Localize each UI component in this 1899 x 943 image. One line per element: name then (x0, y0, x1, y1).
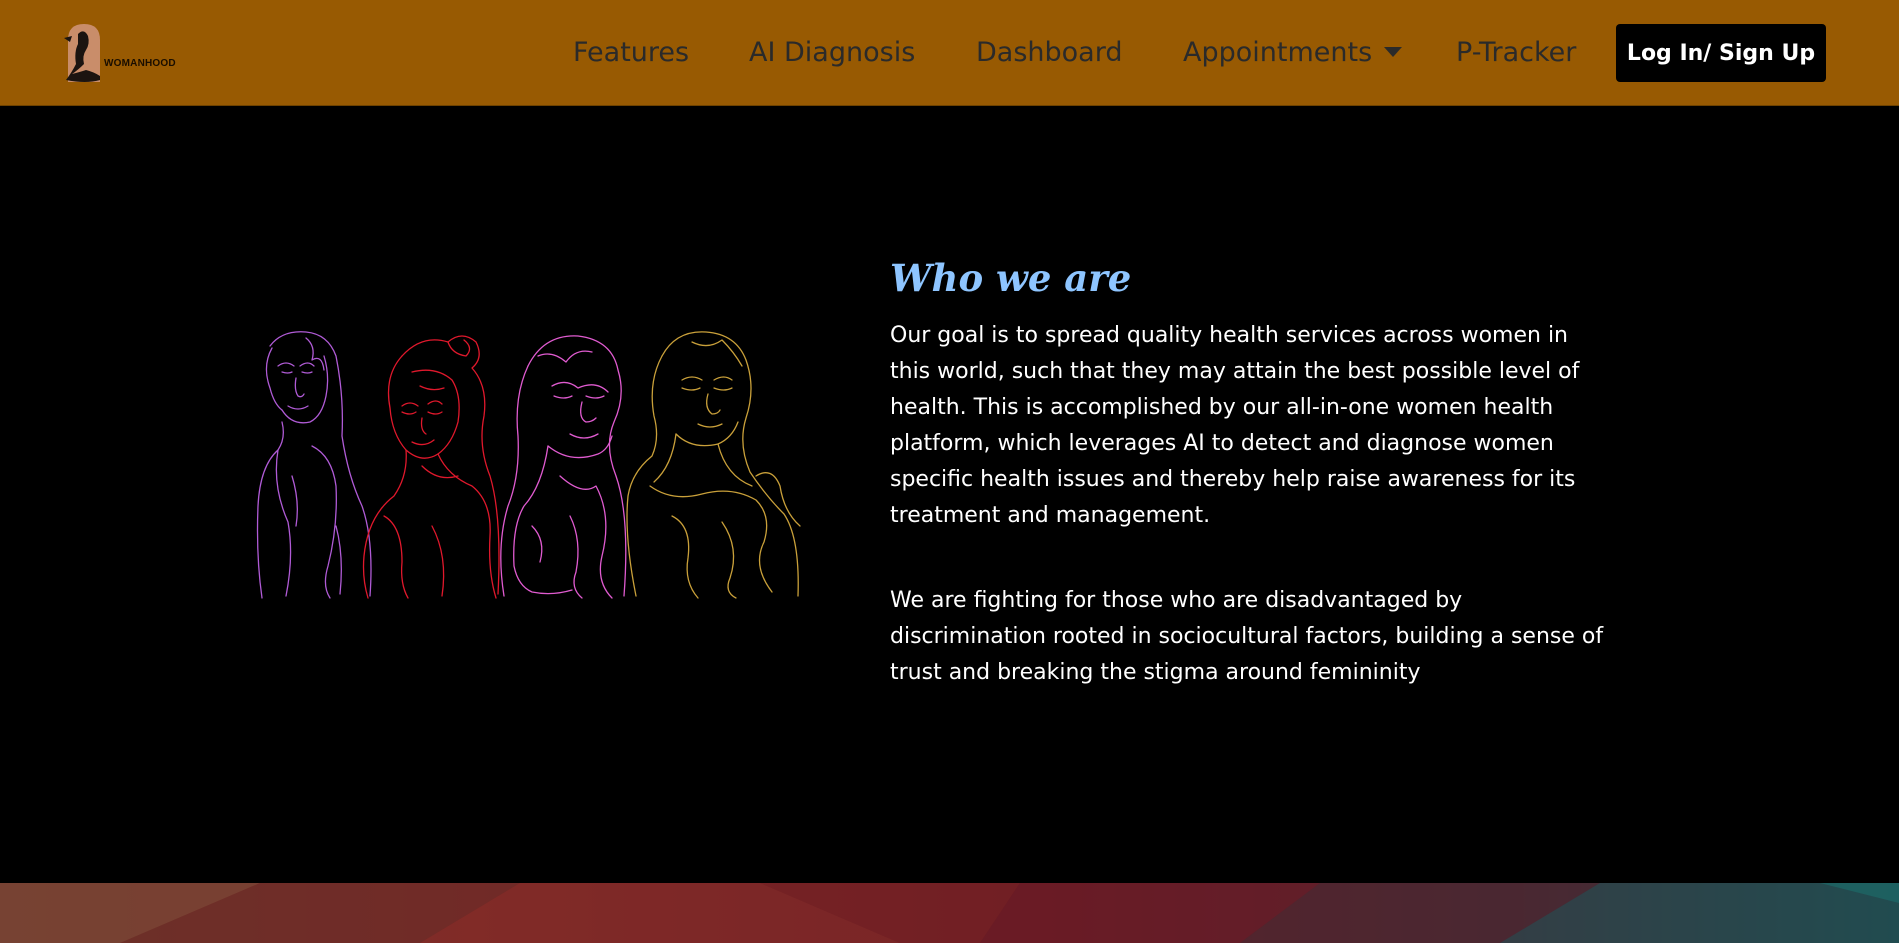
figure-red (362, 335, 500, 599)
figure-pink (500, 335, 627, 599)
navbar: WOMANHOOD Features AI Diagnosis Dashboar… (0, 0, 1899, 106)
footer-gradient-band (0, 883, 1899, 943)
nav-dashboard[interactable]: Dashboard (976, 34, 1122, 72)
about-heading: Who we are (890, 256, 1132, 300)
nav-appointments[interactable]: Appointments (1183, 34, 1403, 72)
nav-ai-diagnosis[interactable]: AI Diagnosis (749, 34, 915, 72)
chevron-down-icon (1384, 46, 1403, 57)
nav-menu: Features AI Diagnosis Dashboard Appointm… (0, 0, 1899, 106)
women-line-art-illustration (252, 326, 822, 606)
about-paragraph-mission: We are fighting for those who are disadv… (890, 588, 1604, 685)
figure-gold (626, 331, 801, 599)
figure-purple (256, 331, 372, 599)
nav-appointments-label: Appointments (1183, 37, 1373, 68)
login-signup-button[interactable]: Log In/ Sign Up (1616, 24, 1826, 82)
nav-p-tracker[interactable]: P-Tracker (1456, 34, 1576, 72)
about-paragraph-goal: Our goal is to spread quality health ser… (890, 323, 1580, 528)
nav-features[interactable]: Features (573, 34, 689, 72)
about-section: Who we are Our goal is to spread quality… (890, 252, 1610, 691)
low-poly-background (0, 883, 1899, 943)
